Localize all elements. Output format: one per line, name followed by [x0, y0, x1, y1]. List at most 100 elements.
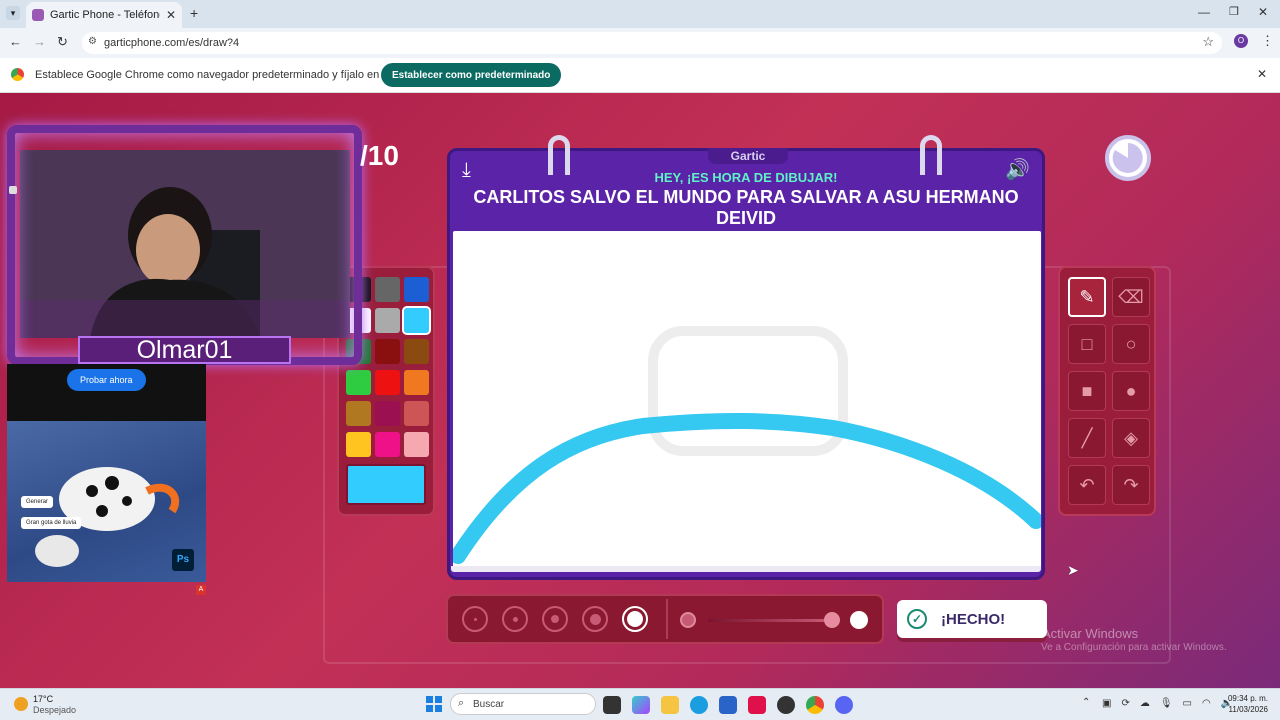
- tray-display-icon[interactable]: ▭: [1183, 698, 1192, 709]
- address-input[interactable]: ⚙ garticphone.com/es/draw?4 ☆: [82, 32, 1222, 54]
- site-info-icon[interactable]: ⚙: [88, 36, 97, 47]
- drawing-canvas[interactable]: [450, 231, 1044, 568]
- minimize-icon[interactable]: —: [1198, 5, 1210, 19]
- color-swatch[interactable]: [404, 401, 429, 426]
- divider: [666, 599, 668, 639]
- opacity-full-dot[interactable]: [850, 611, 868, 629]
- eraser-tool-icon[interactable]: ⌫: [1112, 277, 1150, 317]
- brush-size-5-selected[interactable]: [622, 606, 648, 632]
- windows-taskbar: 17°C Despejado ⌃ ▣ ⟳ ☁ 🎙 ▭ ◠ 🔈 09:34 p. …: [0, 688, 1280, 720]
- color-swatch[interactable]: [346, 370, 371, 395]
- opacity-slider-handle[interactable]: [824, 612, 840, 628]
- color-swatch[interactable]: [375, 401, 400, 426]
- new-tab-icon[interactable]: +: [190, 5, 198, 21]
- taskbar-pinned-apps: [603, 696, 853, 714]
- copilot-icon[interactable]: [632, 696, 650, 714]
- search-icon: ⌕: [458, 697, 465, 709]
- gartic-favicon-icon: [32, 9, 44, 21]
- brush-size-1[interactable]: [462, 606, 488, 632]
- ellipse-fill-tool-icon[interactable]: ●: [1112, 371, 1150, 411]
- tab-search-icon[interactable]: ▾: [6, 6, 20, 20]
- clock-time[interactable]: 09:34 p. m.: [1226, 694, 1268, 703]
- done-label: ¡HECHO!: [941, 610, 1006, 628]
- chrome-taskbar-icon[interactable]: [806, 696, 824, 714]
- pencil-tool-icon[interactable]: ✎: [1068, 277, 1106, 317]
- color-swatch[interactable]: [375, 308, 400, 333]
- ellipse-outline-tool-icon[interactable]: ○: [1112, 324, 1150, 364]
- mouse-cursor-icon: ➤: [1067, 562, 1079, 578]
- weather-desc[interactable]: Despejado: [33, 705, 76, 715]
- url-text: garticphone.com/es/draw?4: [104, 37, 240, 49]
- color-swatch[interactable]: [404, 339, 429, 364]
- tray-sync-icon[interactable]: ⟳: [1121, 698, 1129, 709]
- reload-icon[interactable]: ↻: [57, 34, 68, 50]
- tray-app-icon[interactable]: ▣: [1102, 698, 1111, 709]
- gartic-brand-label: Gartic: [708, 148, 788, 164]
- file-explorer-icon[interactable]: [661, 696, 679, 714]
- color-swatch[interactable]: [375, 370, 400, 395]
- profile-avatar[interactable]: O: [1234, 34, 1248, 48]
- opacity-slider-track[interactable]: [708, 619, 830, 622]
- tray-overflow-icon[interactable]: ⌃: [1082, 697, 1090, 708]
- canvas-drawing: [450, 326, 1044, 564]
- restore-icon[interactable]: ❐: [1229, 5, 1239, 18]
- check-icon: ✓: [907, 609, 927, 629]
- bookmark-star-icon[interactable]: ☆: [1202, 34, 1214, 50]
- rectangle-fill-tool-icon[interactable]: ■: [1068, 371, 1106, 411]
- ad-prompt-chip: Gran gota de lluvia: [21, 517, 82, 529]
- tab-title: Gartic Phone - Teléfono Descon: [50, 9, 160, 21]
- opacity-low-dot[interactable]: [680, 612, 696, 628]
- done-button[interactable]: ✓ ¡HECHO!: [897, 600, 1047, 638]
- rectangle-outline-tool-icon[interactable]: □: [1068, 324, 1106, 364]
- color-swatch[interactable]: [404, 432, 429, 457]
- close-infobar-icon[interactable]: ✕: [1257, 67, 1267, 81]
- menu-kebab-icon[interactable]: ⋮: [1261, 33, 1274, 49]
- set-default-button[interactable]: Establecer como predeterminado: [381, 63, 562, 87]
- fill-bucket-tool-icon[interactable]: ◈: [1112, 418, 1150, 458]
- weather-moon-icon[interactable]: [14, 697, 28, 711]
- brush-size-2[interactable]: [502, 606, 528, 632]
- color-swatch[interactable]: [375, 277, 400, 302]
- color-swatch[interactable]: [375, 432, 400, 457]
- ad-try-now-button[interactable]: Probar ahora: [67, 369, 146, 391]
- windows-start-icon[interactable]: [426, 696, 442, 712]
- tool-panel: ✎ ⌫ □ ○ ■ ● ╱ ◈ ↶ ↷: [1058, 266, 1156, 516]
- color-swatch[interactable]: [402, 306, 431, 335]
- color-swatch[interactable]: [375, 339, 400, 364]
- brush-size-3[interactable]: [542, 606, 568, 632]
- paper-edge: [451, 566, 1041, 572]
- ad-frog-image: Generar Gran gota de lluvia Ps: [7, 421, 206, 582]
- adobe-mark-icon: A: [196, 585, 206, 595]
- clock-date[interactable]: 11/03/2026: [1226, 705, 1268, 714]
- current-color-preview: [346, 464, 426, 505]
- task-view-icon[interactable]: [603, 696, 621, 714]
- forward-icon[interactable]: →: [33, 34, 46, 49]
- brush-options-bar: [446, 594, 884, 644]
- close-tab-icon[interactable]: ✕: [166, 8, 176, 22]
- browser-tab[interactable]: Gartic Phone - Teléfono Descon ✕: [26, 2, 182, 28]
- store-icon[interactable]: [719, 696, 737, 714]
- round-counter: /10: [360, 140, 399, 171]
- tray-wifi-icon[interactable]: ◠: [1202, 698, 1211, 709]
- redo-icon[interactable]: ↷: [1112, 465, 1150, 505]
- color-swatch[interactable]: [404, 370, 429, 395]
- color-swatch[interactable]: [346, 432, 371, 457]
- brush-size-4[interactable]: [582, 606, 608, 632]
- edge-icon[interactable]: [690, 696, 708, 714]
- back-icon[interactable]: ←: [9, 34, 22, 49]
- system-tray: ▣ ⟳ ☁ 🎙 ▭ ◠ 🔈: [1102, 698, 1233, 709]
- taskbar-search-input[interactable]: ⌕ Buscar: [450, 693, 596, 715]
- color-swatch[interactable]: [404, 277, 429, 302]
- discord-icon[interactable]: [835, 696, 853, 714]
- blue-brush-stroke: [450, 413, 1044, 564]
- tray-mic-icon[interactable]: 🎙: [1160, 698, 1173, 709]
- color-swatch[interactable]: [346, 401, 371, 426]
- line-tool-icon[interactable]: ╱: [1068, 418, 1106, 458]
- tiktok-icon[interactable]: [748, 696, 766, 714]
- undo-icon[interactable]: ↶: [1068, 465, 1106, 505]
- close-window-icon[interactable]: ✕: [1258, 5, 1268, 19]
- tray-cloud-icon[interactable]: ☁: [1140, 698, 1150, 709]
- weather-temp[interactable]: 17°C: [33, 694, 53, 704]
- draw-prompt: CARLITOS SALVO EL MUNDO PARA SALVAR A AS…: [473, 187, 1019, 228]
- app-icon[interactable]: [777, 696, 795, 714]
